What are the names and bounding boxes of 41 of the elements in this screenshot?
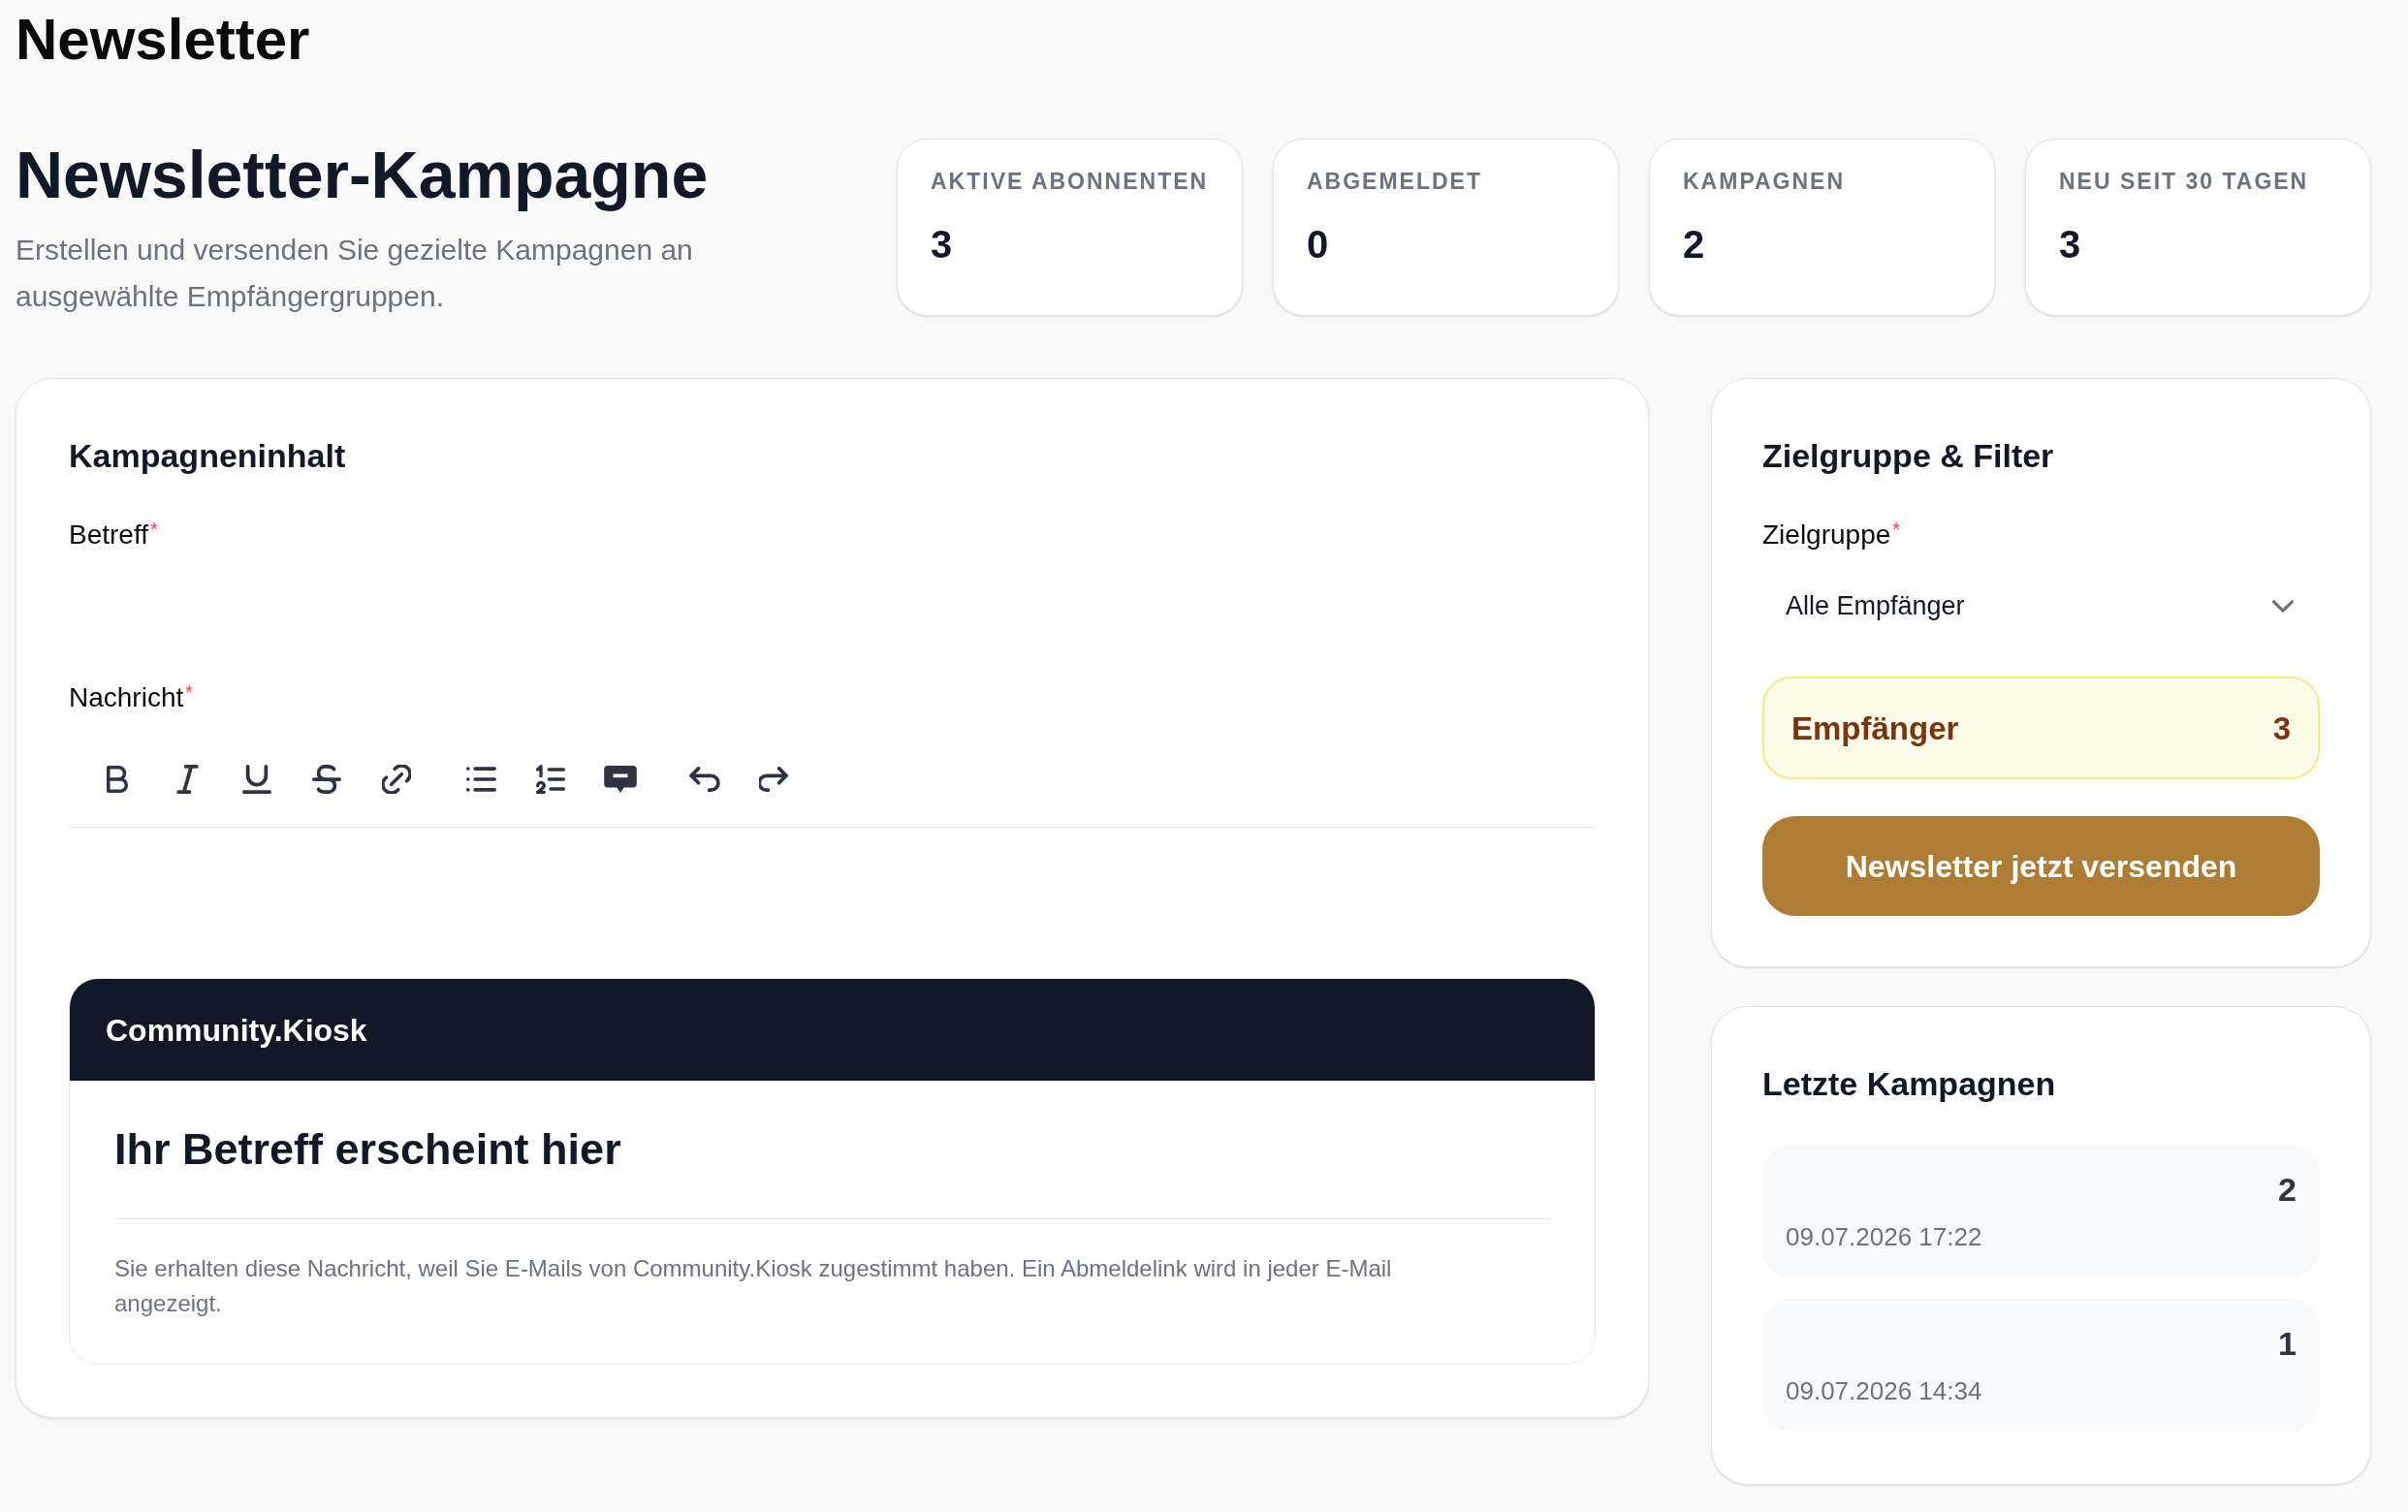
send-button[interactable]: Newsletter jetzt versenden (1762, 816, 2320, 916)
required-mark: * (185, 684, 194, 700)
bullet-list-icon (465, 767, 496, 792)
campaign-number: 1 (2278, 1327, 2297, 1360)
required-mark: * (1892, 521, 1901, 537)
campaign-date: 09.07.2026 17:22 (1786, 1224, 1982, 1249)
italic-icon (175, 765, 199, 794)
recipient-label: Empfänger (1791, 711, 1959, 744)
underline-icon (242, 765, 271, 794)
page-title: Newsletter (16, 11, 310, 69)
panel-title: Kampagneninhalt (69, 439, 346, 472)
page-subtitle: Erstellen und versenden Sie gezielte Kampagnen an ausgewählte Empfängergruppen. (16, 233, 694, 314)
stat-label: ABGEMELDET (1307, 171, 1482, 193)
field-label: Zielgruppe (1762, 521, 1891, 549)
stat-label: NEU SEIT 30 TAGEN (2059, 171, 2309, 193)
stat-value: 3 (2059, 225, 2081, 264)
campaign-number: 2 (2278, 1173, 2297, 1206)
required-mark: * (150, 521, 158, 537)
field-label: Betreff (69, 521, 148, 549)
brand-name: Community.Kiosk (106, 1014, 367, 1046)
undo-icon (689, 767, 720, 792)
audience-select[interactable]: Alle Empfänger (1786, 589, 2294, 622)
preview-footer-text: Sie erhalten diese Nachricht, weil Sie E-Mails von Community.Kiosk zugestimmt haben. Ein Abmeldelink wird in jeder E-Mail angezeigt. (114, 1254, 1393, 1318)
link-icon (382, 765, 411, 794)
stat-label: KAMPAGNEN (1683, 171, 1846, 193)
numbered-list-icon (536, 765, 565, 794)
campaign-date: 09.07.2026 14:34 (1786, 1378, 1982, 1403)
field-label: Nachricht (69, 684, 184, 711)
stat-value: 2 (1683, 225, 1705, 264)
speech-bubble-icon (604, 766, 637, 793)
redo-icon (759, 767, 790, 792)
panel-title: Letzte Kampagnen (1762, 1067, 2056, 1100)
preview-subject: Ihr Betreff erscheint hier (114, 1127, 621, 1171)
recipient-count: 3 (2272, 711, 2291, 744)
stat-value: 3 (931, 225, 953, 264)
bold-icon (106, 765, 129, 794)
stat-label: AKTIVE ABONNENTEN (931, 171, 1209, 193)
panel-title: Zielgruppe & Filter (1762, 439, 2054, 472)
strikethrough-icon (312, 765, 341, 794)
chevron-down-icon (2272, 599, 2294, 613)
stat-value: 0 (1307, 225, 1329, 264)
